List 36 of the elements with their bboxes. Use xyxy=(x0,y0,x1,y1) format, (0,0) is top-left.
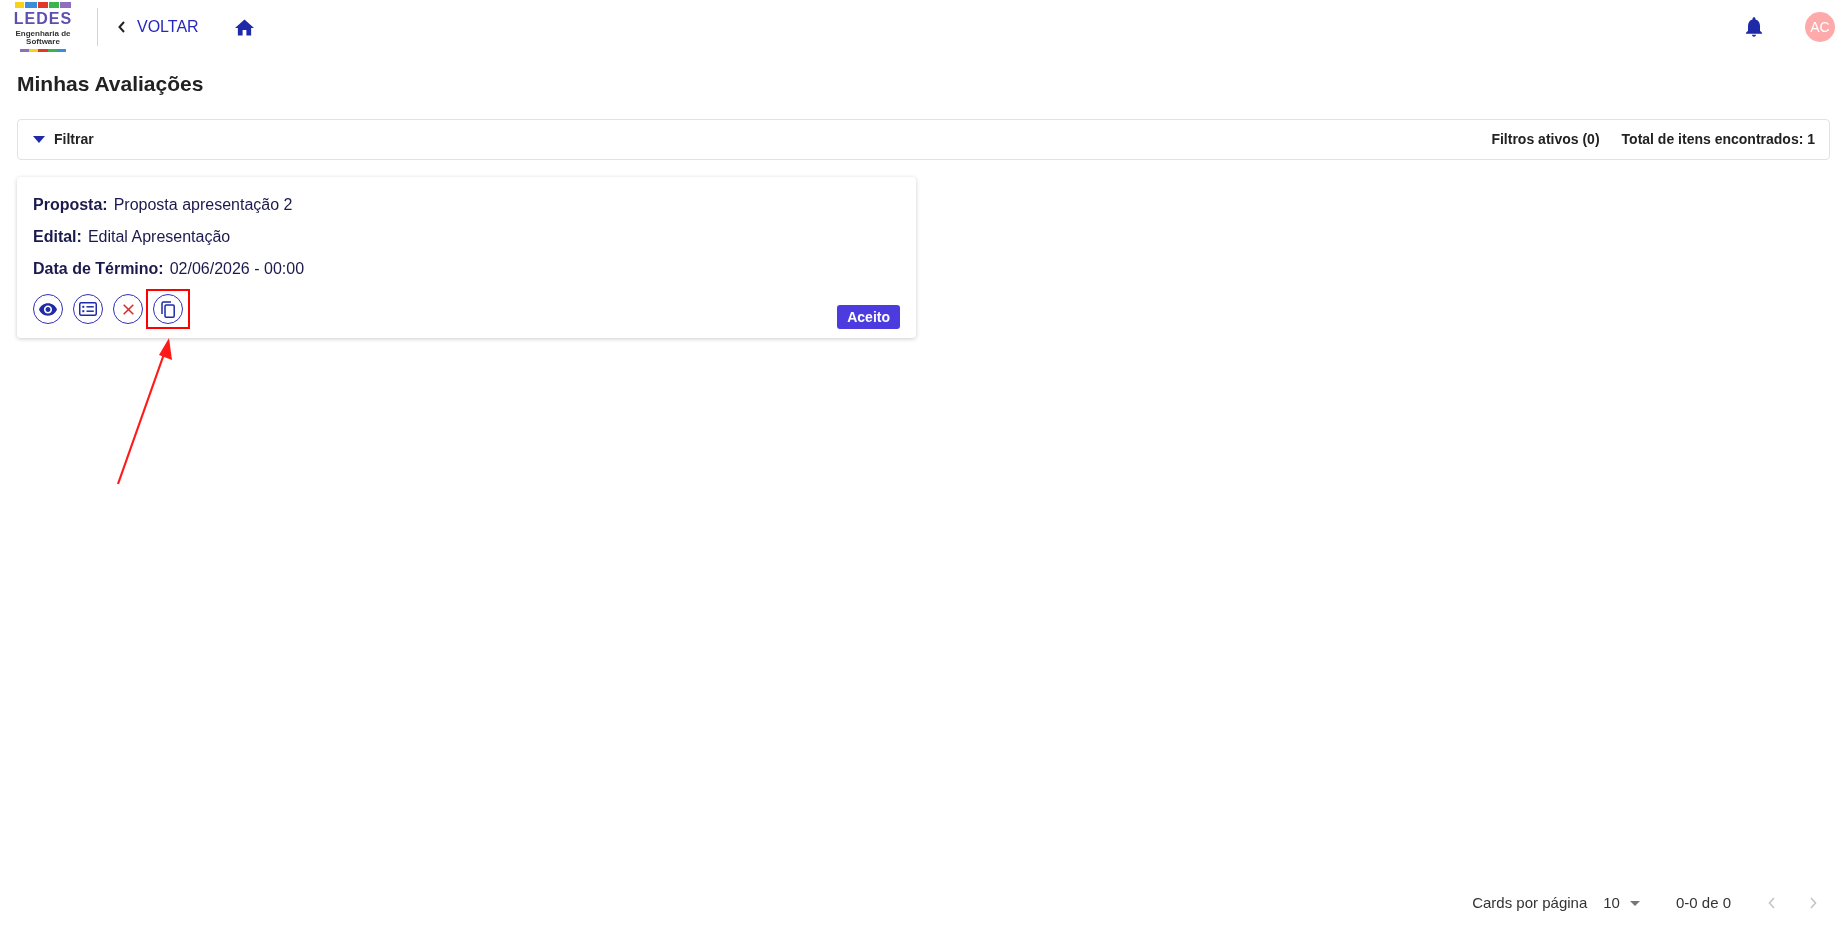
chevron-right-icon xyxy=(1809,897,1817,909)
per-page-select[interactable]: 10 xyxy=(1603,891,1640,915)
page-range: 0-0 de 0 xyxy=(1675,892,1731,913)
back-link[interactable]: VOLTAR xyxy=(118,15,199,39)
active-filters-count: Filtros ativos (0) xyxy=(1491,130,1600,149)
logo-drawing xyxy=(15,2,71,8)
close-icon xyxy=(122,303,134,315)
status-badge: Aceito xyxy=(837,305,900,329)
logo-strip-drawing xyxy=(20,49,66,52)
logo-title: LEDES xyxy=(13,11,73,27)
list-icon xyxy=(79,302,97,316)
caret-down-icon xyxy=(33,136,45,143)
field-label: Data de Término: xyxy=(33,259,164,279)
chevron-left-icon xyxy=(1767,897,1775,909)
total-items-count: Total de itens encontrados: 1 xyxy=(1621,130,1815,149)
field-label: Edital: xyxy=(33,227,82,247)
field-value: Edital Apresentação xyxy=(87,227,231,247)
reject-button[interactable] xyxy=(113,294,143,324)
field-value: 02/06/2026 - 00:00 xyxy=(169,259,305,279)
caret-down-icon xyxy=(1629,900,1640,906)
filter-toggle[interactable]: Filtrar xyxy=(33,129,94,150)
copy-icon xyxy=(161,300,175,318)
notifications-button[interactable] xyxy=(1746,17,1762,37)
bell-icon xyxy=(1746,17,1762,37)
list-button[interactable] xyxy=(73,294,103,324)
eye-icon xyxy=(39,302,57,316)
view-button[interactable] xyxy=(33,294,63,324)
home-icon xyxy=(234,18,254,36)
copy-button[interactable] xyxy=(153,294,183,324)
logo-subtitle: Engenharia de Software xyxy=(14,29,72,46)
home-button[interactable] xyxy=(234,18,254,36)
cards-per-page-label: Cards por página xyxy=(1472,892,1588,913)
chevron-left-icon xyxy=(118,21,125,33)
field-label: Proposta: xyxy=(33,195,108,215)
page-title: Minhas Avaliações xyxy=(17,71,205,97)
field-value: Proposta apresentação 2 xyxy=(113,195,293,215)
